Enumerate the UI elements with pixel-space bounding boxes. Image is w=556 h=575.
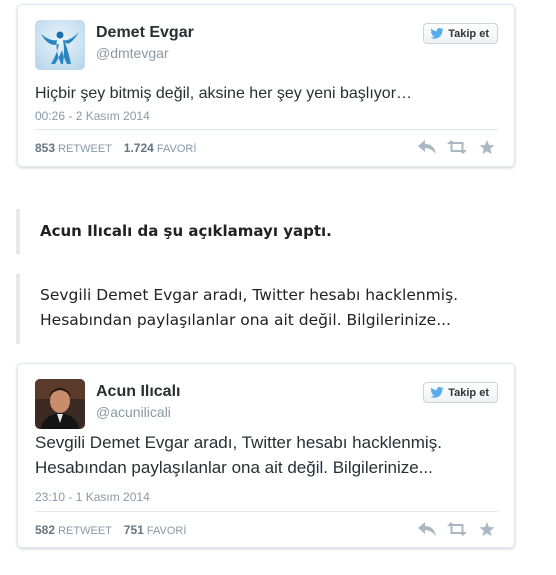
follow-button-label: Takip et [448,386,489,399]
author-name[interactable]: Acun Ilıcalı [96,383,180,401]
divider [35,129,498,130]
embedded-tweet-acun-ilicali: Acun Ilıcalı @acunilicali Takip et Sevgi… [17,363,515,548]
favorite-label: FAVORİ [156,143,197,155]
author-name[interactable]: Demet Evgar [96,24,194,42]
retweet-label: RETWEET [58,525,112,537]
tweet-stats: 582 RETWEET 751 FAVORİ [35,523,186,537]
follow-button-label: Takip et [448,27,489,40]
divider [35,511,498,512]
favorite-label: FAVORİ [146,525,187,537]
tweet-header: Acun Ilıcalı @acunilicali Takip et [35,379,498,429]
tweet-text-line: Hesabından paylaşılanlar ona ait değil. … [35,458,433,477]
avatar[interactable] [35,20,85,70]
embedded-tweet-demet-evgar: Demet Evgar @dmtevgar Takip et Hiçbir şe… [17,4,515,167]
avatar[interactable] [35,379,85,429]
tweet-text-line: Sevgili Demet Evgar aradı, Twitter hesab… [35,433,442,452]
twitter-bird-icon [430,387,444,398]
tweet-text: Sevgili Demet Evgar aradı, Twitter hesab… [35,430,498,480]
tweet-actions [417,138,497,156]
retweet-label: RETWEET [58,143,112,155]
quote-line: Sevgili Demet Evgar aradı, Twitter hesab… [40,286,459,304]
reply-icon[interactable] [417,138,437,156]
tweet-date[interactable]: 00:26 - 2 Kasım 2014 [35,109,150,123]
retweet-count: 582 [35,523,56,537]
tweet-stats: 853 RETWEET 1.724 FAVORİ [35,141,196,155]
follow-button[interactable]: Takip et [423,23,498,44]
retweet-count: 853 [35,141,56,155]
reply-icon[interactable] [417,520,437,538]
author-handle[interactable]: @acunilicali [96,404,171,420]
article-quote-block: Sevgili Demet Evgar aradı, Twitter hesab… [16,274,458,344]
favorite-star-icon[interactable] [477,138,497,156]
favorite-star-icon[interactable] [477,520,497,538]
retweet-icon[interactable] [447,520,467,538]
twitter-bird-icon [430,28,444,39]
author-handle[interactable]: @dmtevgar [96,45,169,61]
tweet-actions [417,520,497,538]
tweet-header: Demet Evgar @dmtevgar Takip et [35,20,498,70]
favorite-count: 1.724 [123,141,154,155]
quote-heading-text: Acun Ilıcalı da şu açıklamayı yaptı. [40,222,332,240]
follow-button[interactable]: Takip et [423,382,498,403]
quote-line: Hesabından paylaşılanlar ona ait değil. … [40,311,451,329]
retweet-icon[interactable] [447,138,467,156]
article-quote-heading: Acun Ilıcalı da şu açıklamayı yaptı. [16,209,332,254]
favorite-count: 751 [123,523,144,537]
tweet-date[interactable]: 23:10 - 1 Kasım 2014 [35,490,150,504]
tweet-text: Hiçbir şey bitmiş değil, aksine her şey … [35,85,413,102]
